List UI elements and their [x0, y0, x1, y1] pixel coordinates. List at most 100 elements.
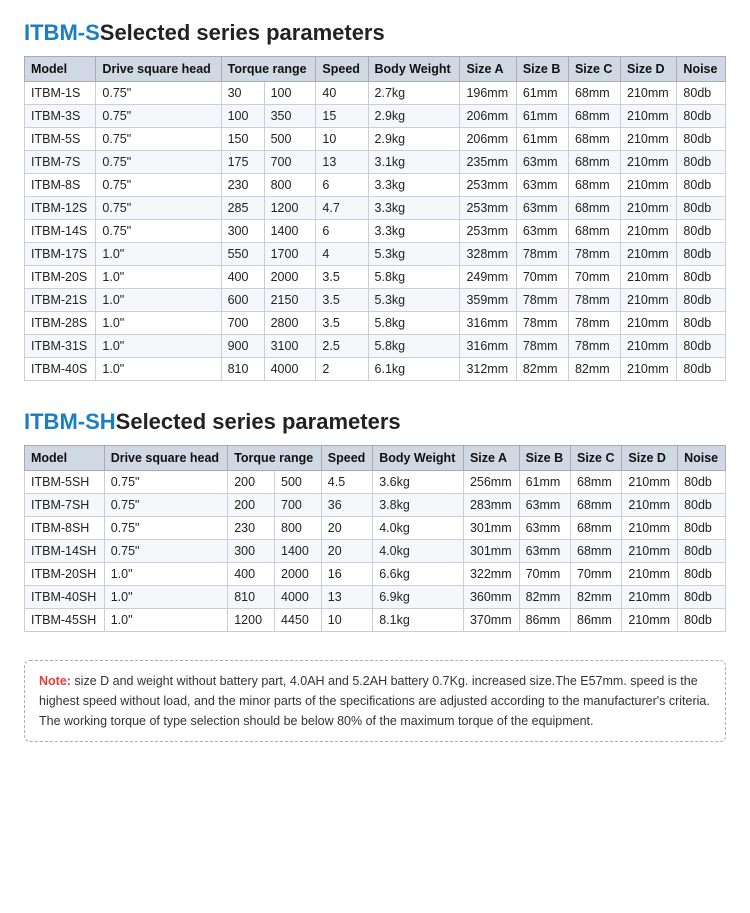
table-cell: 80db — [677, 243, 726, 266]
table-cell: 63mm — [519, 540, 570, 563]
table-cell: ITBM-14S — [25, 220, 96, 243]
table-cell: 301mm — [463, 540, 519, 563]
table-cell: 700 — [275, 494, 322, 517]
table-cell: 360mm — [463, 586, 519, 609]
table-cell: 210mm — [621, 82, 677, 105]
table-cell: 61mm — [516, 82, 568, 105]
col-noise: Noise — [678, 446, 726, 471]
table-cell: 86mm — [571, 609, 622, 632]
table-cell: 6.9kg — [373, 586, 464, 609]
table-row: ITBM-45SH1.0"12004450108.1kg370mm86mm86m… — [25, 609, 726, 632]
table-cell: 6 — [316, 220, 368, 243]
table-cell: 78mm — [568, 312, 620, 335]
table-cell: 3.3kg — [368, 174, 460, 197]
table-cell: 80db — [678, 517, 726, 540]
table-cell: 80db — [677, 105, 726, 128]
table-cell: 4000 — [264, 358, 316, 381]
table-cell: 322mm — [463, 563, 519, 586]
table-cell: 200 — [228, 471, 275, 494]
table-cell: 2.7kg — [368, 82, 460, 105]
table-cell: 68mm — [568, 174, 620, 197]
table-cell: 4.7 — [316, 197, 368, 220]
section1-title-rest: Selected series parameters — [100, 20, 385, 45]
note-text: size D and weight without battery part, … — [39, 674, 710, 728]
table-cell: 210mm — [621, 335, 677, 358]
table-cell: 68mm — [568, 82, 620, 105]
section1-title: ITBM-SSelected series parameters — [24, 20, 726, 46]
table-cell: 1.0" — [104, 563, 228, 586]
table-cell: 210mm — [621, 358, 677, 381]
section2-header-row: Model Drive square head Torque range Spe… — [25, 446, 726, 471]
table-cell: 400 — [221, 266, 264, 289]
table-cell: 350 — [264, 105, 316, 128]
table-cell: ITBM-40S — [25, 358, 96, 381]
col-torque-range: Torque range — [221, 57, 316, 82]
col-model: Model — [25, 446, 105, 471]
table-row: ITBM-40S1.0"810400026.1kg312mm82mm82mm21… — [25, 358, 726, 381]
table-cell: 1.0" — [104, 609, 228, 632]
table-cell: 70mm — [519, 563, 570, 586]
table-cell: 2000 — [275, 563, 322, 586]
table-cell: 1.0" — [96, 358, 221, 381]
table-cell: 210mm — [622, 540, 678, 563]
table-cell: 82mm — [519, 586, 570, 609]
table-cell: 3.3kg — [368, 220, 460, 243]
table-cell: 16 — [321, 563, 372, 586]
table-cell: 63mm — [516, 220, 568, 243]
table-cell: 2800 — [264, 312, 316, 335]
table-cell: 210mm — [621, 197, 677, 220]
section1-title-blue: ITBM-S — [24, 20, 100, 45]
table-cell: 359mm — [460, 289, 516, 312]
table-cell: 80db — [678, 494, 726, 517]
table-cell: 210mm — [622, 609, 678, 632]
table-cell: 810 — [221, 358, 264, 381]
table-cell: 63mm — [516, 151, 568, 174]
table-cell: 210mm — [622, 586, 678, 609]
table-cell: 210mm — [622, 494, 678, 517]
table-cell: 78mm — [516, 243, 568, 266]
table-row: ITBM-20SH1.0"4002000166.6kg322mm70mm70mm… — [25, 563, 726, 586]
table-cell: 328mm — [460, 243, 516, 266]
table-cell: 2000 — [264, 266, 316, 289]
table-cell: 8.1kg — [373, 609, 464, 632]
table-cell: ITBM-1S — [25, 82, 96, 105]
table-cell: 0.75" — [104, 540, 228, 563]
table-cell: 196mm — [460, 82, 516, 105]
table-cell: 253mm — [460, 220, 516, 243]
table-cell: 0.75" — [96, 151, 221, 174]
table-cell: 175 — [221, 151, 264, 174]
table-cell: 3.1kg — [368, 151, 460, 174]
table-cell: 230 — [228, 517, 275, 540]
table-cell: 206mm — [460, 128, 516, 151]
table-cell: 210mm — [621, 174, 677, 197]
table-cell: 150 — [221, 128, 264, 151]
table-cell: 68mm — [568, 128, 620, 151]
table-cell: 3.3kg — [368, 197, 460, 220]
table-cell: 70mm — [516, 266, 568, 289]
table-cell: 4000 — [275, 586, 322, 609]
table-cell: 80db — [677, 266, 726, 289]
table-cell: 1.0" — [96, 243, 221, 266]
table-cell: ITBM-20S — [25, 266, 96, 289]
table-row: ITBM-5SH0.75"2005004.53.6kg256mm61mm68mm… — [25, 471, 726, 494]
table-cell: ITBM-5S — [25, 128, 96, 151]
table-row: ITBM-14S0.75"300140063.3kg253mm63mm68mm2… — [25, 220, 726, 243]
table-cell: 4.0kg — [373, 517, 464, 540]
table-cell: 3.8kg — [373, 494, 464, 517]
table-cell: ITBM-3S — [25, 105, 96, 128]
table-cell: 20 — [321, 540, 372, 563]
table-cell: 68mm — [568, 105, 620, 128]
table-cell: 810 — [228, 586, 275, 609]
table-cell: 80db — [677, 82, 726, 105]
table-cell: 10 — [316, 128, 368, 151]
table-cell: 210mm — [621, 289, 677, 312]
table-row: ITBM-17S1.0"550170045.3kg328mm78mm78mm21… — [25, 243, 726, 266]
table-cell: 13 — [316, 151, 368, 174]
table-cell: 800 — [275, 517, 322, 540]
table-cell: 20 — [321, 517, 372, 540]
col-noise: Noise — [677, 57, 726, 82]
table-cell: 4.0kg — [373, 540, 464, 563]
table-cell: 3.5 — [316, 266, 368, 289]
col-drive-square-head: Drive square head — [104, 446, 228, 471]
table-cell: 210mm — [621, 312, 677, 335]
